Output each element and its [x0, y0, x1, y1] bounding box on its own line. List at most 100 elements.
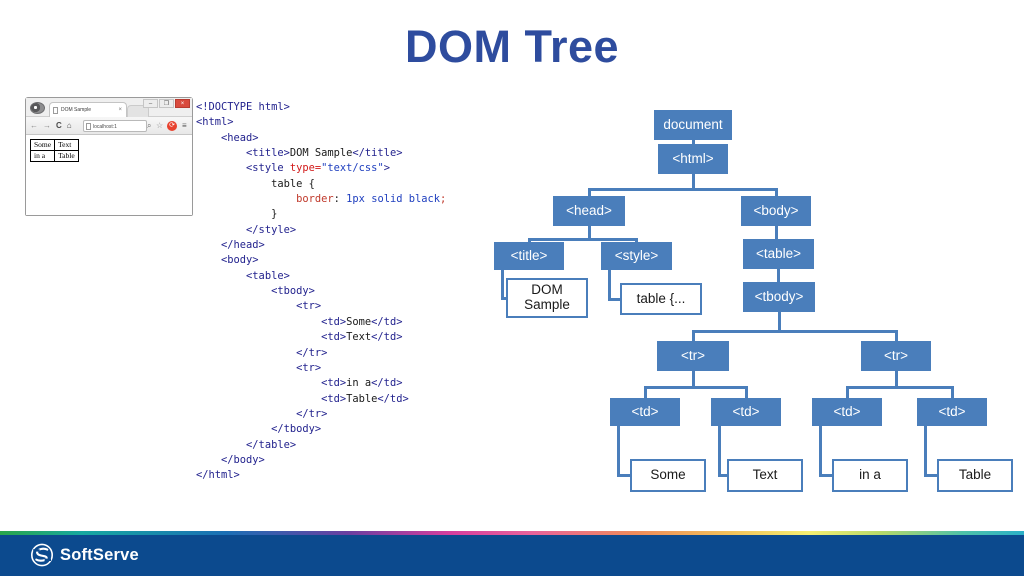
forward-icon[interactable]: →: [43, 120, 51, 132]
tree-text-node-td3-text: in a: [832, 459, 908, 492]
code-line: <tbody>: [196, 284, 446, 299]
tree-connector: [587, 188, 591, 196]
reload-icon[interactable]: C: [56, 120, 62, 132]
bookmark-star-icon[interactable]: ☆: [156, 120, 163, 132]
tree-node-table: <table>: [743, 239, 814, 269]
code-token: <tr>: [196, 300, 322, 313]
tree-connector: [818, 474, 834, 477]
table-cell: Table: [54, 150, 79, 162]
code-token: "text/css": [321, 162, 384, 175]
tree-connector: [691, 330, 898, 333]
tree-connector: [691, 330, 695, 341]
code-line: <tr>: [196, 299, 446, 314]
tree-connector: [950, 386, 954, 398]
tree-text-node-td1-text: Some: [630, 459, 706, 492]
code-line: <td>Text</td>: [196, 330, 446, 345]
code-line: </html>: [196, 468, 446, 483]
tree-connector: [691, 371, 695, 386]
table-cell: in a: [29, 150, 56, 162]
code-token: Text: [346, 331, 372, 344]
code-line: </table>: [196, 438, 446, 453]
search-icon[interactable]: ⌕: [147, 120, 151, 132]
tree-connector: [894, 371, 898, 386]
code-token: type: [289, 162, 315, 175]
tree-node-document: document: [654, 110, 732, 140]
table-row: Some Text: [29, 139, 79, 151]
page-title: DOM Tree: [404, 21, 620, 72]
tree-node-tr1: <tr>: [657, 341, 729, 371]
tree-text-node-td4-text: Table: [937, 459, 1013, 492]
table-cell: Text: [54, 139, 79, 151]
tree-connector: [894, 330, 898, 341]
code-token: ;: [440, 193, 447, 206]
code-token: <td>: [196, 392, 347, 405]
hamburger-menu-icon[interactable]: ≡: [182, 120, 187, 132]
code-token: <head>: [196, 131, 259, 144]
code-token: >: [383, 162, 390, 175]
code-token: border: [296, 193, 334, 206]
code-line: <body>: [196, 253, 446, 268]
code-line: <td>in a</td>: [196, 376, 446, 391]
html-source-listing: <!DOCTYPE html> <html> <head> <title>DOM …: [196, 100, 446, 484]
tree-connector: [777, 269, 780, 282]
page-favicon-icon: [53, 107, 58, 114]
close-button[interactable]: ×: [175, 99, 190, 108]
address-bar[interactable]: localhost:1: [83, 120, 147, 132]
tree-connector: [774, 226, 778, 239]
slide-footer: [0, 531, 1024, 576]
home-icon[interactable]: ⌂: [67, 120, 72, 132]
code-token: <tr>: [196, 361, 322, 374]
code-token: <title>: [196, 147, 290, 160]
code-line: <html>: [196, 115, 446, 130]
tree-connector: [691, 174, 695, 188]
code-line: <!DOCTYPE html>: [196, 100, 446, 115]
table-row: in a Table: [29, 150, 79, 162]
tree-connector: [616, 474, 632, 477]
minimize-button[interactable]: –: [143, 99, 158, 108]
code-token: Some: [346, 315, 372, 328]
browser-tab-label: DOM Sample: [61, 107, 92, 113]
code-token: <td>: [196, 315, 347, 328]
code-line: <tr>: [196, 361, 446, 376]
tree-connector: [744, 386, 748, 398]
code-line: <style type="text/css">: [196, 161, 446, 176]
code-token: </td>: [371, 377, 403, 390]
tree-node-html: <html>: [658, 144, 728, 174]
tab-close-icon[interactable]: ×: [118, 103, 122, 117]
code-line: <title>DOM Sample</title>: [196, 146, 446, 161]
code-line: </style>: [196, 223, 446, 238]
code-token: DOM Sample: [289, 147, 353, 160]
code-token: <td>: [196, 331, 347, 344]
code-token: </tr>: [196, 346, 328, 359]
code-token: table {: [196, 177, 315, 190]
tree-connector: [587, 188, 778, 191]
window-controls: – ❐ ×: [143, 99, 190, 108]
code-token: <style: [196, 162, 290, 175]
tree-connector: [923, 426, 927, 476]
tree-node-tr2: <tr>: [861, 341, 931, 371]
code-token: }: [196, 208, 278, 221]
code-token: </html>: [196, 469, 240, 482]
tree-connector: [587, 226, 591, 238]
tree-connector: [616, 426, 620, 476]
code-token: </td>: [377, 392, 409, 405]
extension-icon[interactable]: ⟳: [167, 121, 177, 131]
footer-gradient-stripe: [0, 531, 1024, 535]
code-line: <head>: [196, 131, 446, 146]
tree-node-tbody: <tbody>: [743, 282, 815, 312]
tree-connector: [643, 386, 748, 389]
tree-connector: [717, 426, 721, 476]
code-token: Table: [346, 392, 378, 405]
back-icon[interactable]: ←: [30, 120, 38, 132]
softserve-logo: SoftServe: [30, 543, 139, 567]
tree-node-td3: <td>: [812, 398, 882, 426]
tree-connector: [777, 312, 781, 330]
maximize-button[interactable]: ❐: [159, 99, 174, 108]
browser-tab[interactable]: DOM Sample ×: [49, 102, 127, 117]
softserve-s-mark-icon: [30, 543, 54, 567]
code-token: </title>: [352, 147, 403, 160]
code-token: </table>: [196, 438, 297, 451]
code-token: black: [408, 193, 441, 206]
tree-text-node-title-text: DOM Sample: [506, 278, 588, 318]
browser-viewport: Some Text in a Table: [26, 135, 192, 215]
